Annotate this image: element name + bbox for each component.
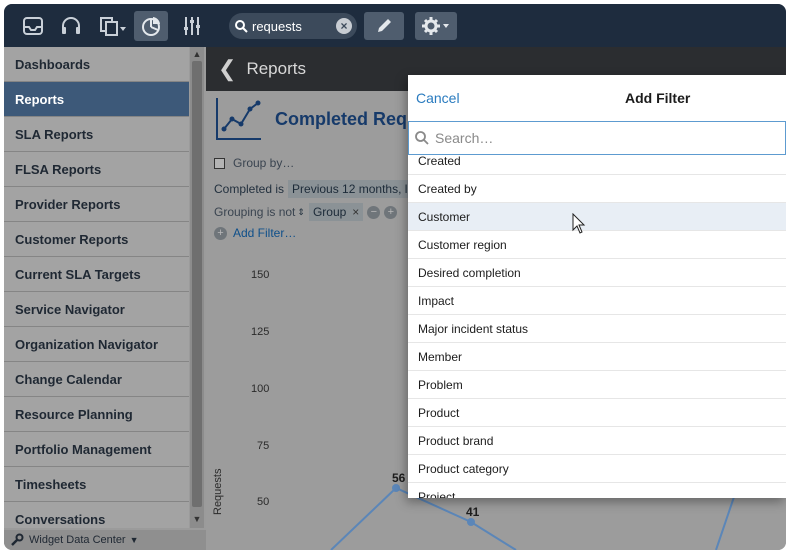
filter-search-input[interactable] <box>435 130 755 146</box>
sidebar-item-portfolio-management[interactable]: Portfolio Management <box>4 432 189 467</box>
sidebar-item-conversations[interactable]: Conversations <box>4 502 189 528</box>
toolbar-search-value[interactable]: requests <box>252 19 336 34</box>
data-label: 56 <box>392 471 406 485</box>
sliders-icon[interactable] <box>179 13 205 39</box>
gear-icon <box>422 17 449 35</box>
filter-option-member[interactable]: Member <box>408 343 786 371</box>
sidebar-item-organization-navigator[interactable]: Organization Navigator <box>4 327 189 362</box>
filter-option-product[interactable]: Product <box>408 399 786 427</box>
sidebar-item-reports[interactable]: Reports <box>4 82 189 117</box>
search-icon <box>235 19 248 33</box>
sidebar-item-current-sla-targets[interactable]: Current SLA Targets <box>4 257 189 292</box>
filter-option-customer-region[interactable]: Customer region <box>408 231 786 259</box>
top-toolbar: requests × <box>4 4 786 47</box>
pencil-icon <box>378 19 391 32</box>
filter-option-problem[interactable]: Problem <box>408 371 786 399</box>
sidebar-item-customer-reports[interactable]: Customer Reports <box>4 222 189 257</box>
settings-button[interactable] <box>415 12 457 40</box>
scroll-down-icon[interactable]: ▼ <box>192 514 202 524</box>
data-label: 41 <box>466 505 480 519</box>
add-filter-modal: Cancel Add Filter Created Created by Cus… <box>408 75 786 498</box>
modal-title: Add Filter <box>625 90 691 106</box>
filter-option-customer[interactable]: Customer <box>408 203 786 231</box>
widget-selector-label: Widget Data Center <box>29 534 126 546</box>
sidebar-item-flsa-reports[interactable]: FLSA Reports <box>4 152 189 187</box>
edit-button[interactable] <box>364 12 404 40</box>
sidebar-item-resource-planning[interactable]: Resource Planning <box>4 397 189 432</box>
toolbar-search[interactable]: requests × <box>229 13 357 39</box>
filter-option-impact[interactable]: Impact <box>408 287 786 315</box>
data-point <box>392 484 400 492</box>
sidebar-item-dashboards[interactable]: Dashboards <box>4 47 189 82</box>
back-chevron-icon[interactable]: ❮ <box>218 56 236 82</box>
filter-option-desired-completion[interactable]: Desired completion <box>408 259 786 287</box>
filter-option-product-brand[interactable]: Product brand <box>408 427 786 455</box>
filter-option-major-incident-status[interactable]: Major incident status <box>408 315 786 343</box>
clear-search-icon[interactable]: × <box>336 18 352 34</box>
filter-option-created[interactable]: Created <box>408 155 786 175</box>
sidebar-item-sla-reports[interactable]: SLA Reports <box>4 117 189 152</box>
scroll-up-icon[interactable]: ▲ <box>192 49 202 59</box>
sidebar-item-service-navigator[interactable]: Service Navigator <box>4 292 189 327</box>
headset-icon[interactable] <box>58 13 84 39</box>
cancel-button[interactable]: Cancel <box>416 90 460 106</box>
sidebar-nav: Dashboards Reports SLA Reports FLSA Repo… <box>4 47 189 528</box>
chevron-down-icon: ▼ <box>129 535 139 545</box>
mouse-cursor-icon <box>572 213 586 234</box>
sidebar-scrollbar[interactable]: ▲ ▼ <box>190 47 204 528</box>
modal-header: Cancel Add Filter <box>408 75 786 121</box>
sidebar-item-timesheets[interactable]: Timesheets <box>4 467 189 502</box>
filter-option-list: Created Created by Customer Customer reg… <box>408 155 786 498</box>
pie-chart-icon[interactable] <box>134 11 168 41</box>
wrench-icon <box>11 533 24 546</box>
series-line <box>715 490 737 550</box>
app-window: requests × Dashboards Reports SLA Report… <box>4 4 786 550</box>
filter-option-created-by[interactable]: Created by <box>408 175 786 203</box>
filter-option-project[interactable]: Project <box>408 483 786 498</box>
sidebar-item-provider-reports[interactable]: Provider Reports <box>4 187 189 222</box>
sidebar-item-change-calendar[interactable]: Change Calendar <box>4 362 189 397</box>
search-icon <box>415 131 429 145</box>
copy-icon[interactable] <box>96 13 130 39</box>
scroll-thumb[interactable] <box>192 61 202 507</box>
data-point <box>467 518 475 526</box>
filter-search-field[interactable] <box>408 121 786 155</box>
filter-option-product-category[interactable]: Product category <box>408 455 786 483</box>
inbox-icon[interactable] <box>20 13 46 39</box>
page-title: Reports <box>246 59 306 78</box>
sidebar: Dashboards Reports SLA Reports FLSA Repo… <box>4 47 206 550</box>
widget-selector[interactable]: Widget Data Center ▼ <box>4 530 206 550</box>
